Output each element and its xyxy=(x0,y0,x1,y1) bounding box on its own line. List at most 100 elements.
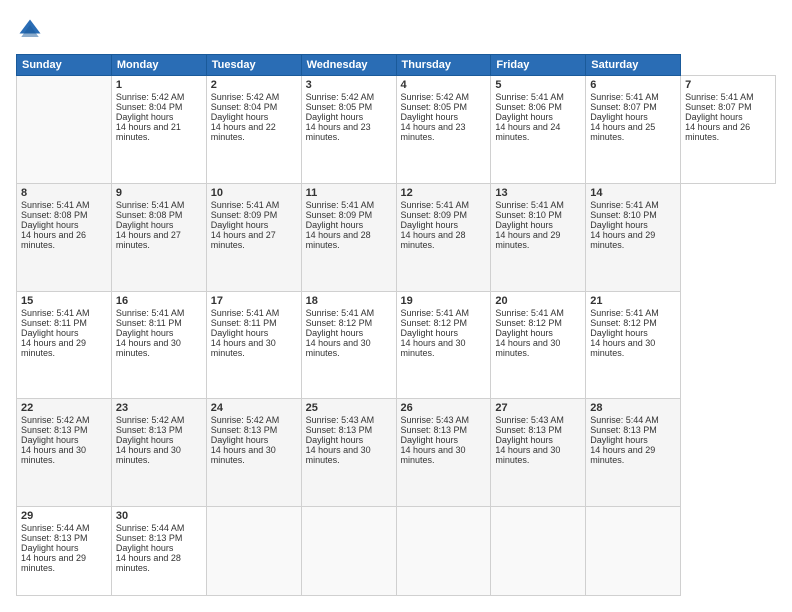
day-number: 23 xyxy=(116,402,202,414)
day-info: Sunrise: 5:41 AMSunset: 8:06 PMDaylight … xyxy=(495,92,564,142)
calendar-week-5: 29Sunrise: 5:44 AMSunset: 8:13 PMDayligh… xyxy=(17,507,776,596)
calendar-cell: 21Sunrise: 5:41 AMSunset: 8:12 PMDayligh… xyxy=(586,291,681,399)
day-number: 29 xyxy=(21,510,107,522)
day-info: Sunrise: 5:41 AMSunset: 8:12 PMDaylight … xyxy=(590,308,659,358)
day-header-saturday: Saturday xyxy=(586,55,681,76)
calendar-cell xyxy=(301,507,396,596)
day-info: Sunrise: 5:41 AMSunset: 8:09 PMDaylight … xyxy=(211,200,280,250)
day-number: 10 xyxy=(211,187,297,199)
calendar-cell: 7Sunrise: 5:41 AMSunset: 8:07 PMDaylight… xyxy=(681,76,776,184)
calendar-cell xyxy=(586,507,681,596)
calendar-cell: 17Sunrise: 5:41 AMSunset: 8:11 PMDayligh… xyxy=(206,291,301,399)
day-info: Sunrise: 5:41 AMSunset: 8:09 PMDaylight … xyxy=(401,200,470,250)
calendar-cell: 18Sunrise: 5:41 AMSunset: 8:12 PMDayligh… xyxy=(301,291,396,399)
day-info: Sunrise: 5:41 AMSunset: 8:12 PMDaylight … xyxy=(306,308,375,358)
day-info: Sunrise: 5:42 AMSunset: 8:05 PMDaylight … xyxy=(401,92,470,142)
day-number: 1 xyxy=(116,79,202,91)
page: SundayMondayTuesdayWednesdayThursdayFrid… xyxy=(0,0,792,612)
day-info: Sunrise: 5:44 AMSunset: 8:13 PMDaylight … xyxy=(116,523,185,573)
day-info: Sunrise: 5:41 AMSunset: 8:09 PMDaylight … xyxy=(306,200,375,250)
day-number: 8 xyxy=(21,187,107,199)
day-header-wednesday: Wednesday xyxy=(301,55,396,76)
day-number: 17 xyxy=(211,295,297,307)
calendar-cell: 1Sunrise: 5:42 AMSunset: 8:04 PMDaylight… xyxy=(111,76,206,184)
day-info: Sunrise: 5:43 AMSunset: 8:13 PMDaylight … xyxy=(306,415,375,465)
calendar-cell: 23Sunrise: 5:42 AMSunset: 8:13 PMDayligh… xyxy=(111,399,206,507)
calendar-cell: 22Sunrise: 5:42 AMSunset: 8:13 PMDayligh… xyxy=(17,399,112,507)
calendar-week-2: 8 Sunrise: 5:41 AMSunset: 8:08 PMDaylight… xyxy=(17,183,776,291)
calendar-cell xyxy=(206,507,301,596)
calendar-cell: 13Sunrise: 5:41 AMSunset: 8:10 PMDayligh… xyxy=(491,183,586,291)
calendar-cell: 3Sunrise: 5:42 AMSunset: 8:05 PMDaylight… xyxy=(301,76,396,184)
calendar-cell: 15Sunrise: 5:41 AMSunset: 8:11 PMDayligh… xyxy=(17,291,112,399)
header xyxy=(16,16,776,44)
day-number: 9 xyxy=(116,187,202,199)
day-info: Sunrise: 5:43 AMSunset: 8:13 PMDaylight … xyxy=(401,415,470,465)
day-info: Sunrise: 5:41 AMSunset: 8:07 PMDaylight … xyxy=(685,92,754,142)
day-number: 16 xyxy=(116,295,202,307)
calendar-cell: 14Sunrise: 5:41 AMSunset: 8:10 PMDayligh… xyxy=(586,183,681,291)
day-number: 22 xyxy=(21,402,107,414)
calendar-cell: 5Sunrise: 5:41 AMSunset: 8:06 PMDaylight… xyxy=(491,76,586,184)
calendar-cell: 2Sunrise: 5:42 AMSunset: 8:04 PMDaylight… xyxy=(206,76,301,184)
calendar-cell: 28Sunrise: 5:44 AMSunset: 8:13 PMDayligh… xyxy=(586,399,681,507)
calendar-week-3: 15Sunrise: 5:41 AMSunset: 8:11 PMDayligh… xyxy=(17,291,776,399)
calendar-cell xyxy=(396,507,491,596)
calendar-cell: 10Sunrise: 5:41 AMSunset: 8:09 PMDayligh… xyxy=(206,183,301,291)
day-info: Sunrise: 5:42 AMSunset: 8:04 PMDaylight … xyxy=(211,92,280,142)
calendar-week-4: 22Sunrise: 5:42 AMSunset: 8:13 PMDayligh… xyxy=(17,399,776,507)
day-info: Sunrise: 5:41 AMSunset: 8:10 PMDaylight … xyxy=(495,200,564,250)
calendar-cell: 6Sunrise: 5:41 AMSunset: 8:07 PMDaylight… xyxy=(586,76,681,184)
day-info: Sunrise: 5:43 AMSunset: 8:13 PMDaylight … xyxy=(495,415,564,465)
calendar-cell: 26Sunrise: 5:43 AMSunset: 8:13 PMDayligh… xyxy=(396,399,491,507)
calendar-cell xyxy=(491,507,586,596)
calendar-cell: 30Sunrise: 5:44 AMSunset: 8:13 PMDayligh… xyxy=(111,507,206,596)
calendar-week-1: 1Sunrise: 5:42 AMSunset: 8:04 PMDaylight… xyxy=(17,76,776,184)
day-header-sunday: Sunday xyxy=(17,55,112,76)
day-info: Sunrise: 5:41 AMSunset: 8:11 PMDaylight … xyxy=(211,308,280,358)
day-info: Sunrise: 5:44 AMSunset: 8:13 PMDaylight … xyxy=(21,523,90,573)
calendar-cell: 12Sunrise: 5:41 AMSunset: 8:09 PMDayligh… xyxy=(396,183,491,291)
day-number: 14 xyxy=(590,187,676,199)
day-number: 5 xyxy=(495,79,581,91)
calendar-cell: 25Sunrise: 5:43 AMSunset: 8:13 PMDayligh… xyxy=(301,399,396,507)
day-info: Sunrise: 5:41 AMSunset: 8:08 PMDaylight … xyxy=(116,200,185,250)
day-number: 12 xyxy=(401,187,487,199)
day-number: 26 xyxy=(401,402,487,414)
day-number: 21 xyxy=(590,295,676,307)
day-number: 30 xyxy=(116,510,202,522)
day-info: Sunrise: 5:41 AMSunset: 8:12 PMDaylight … xyxy=(401,308,470,358)
calendar-header-row: SundayMondayTuesdayWednesdayThursdayFrid… xyxy=(17,55,776,76)
calendar-cell: 27Sunrise: 5:43 AMSunset: 8:13 PMDayligh… xyxy=(491,399,586,507)
day-info: Sunrise: 5:41 AMSunset: 8:11 PMDaylight … xyxy=(21,308,90,358)
day-number: 11 xyxy=(306,187,392,199)
day-info: Sunrise: 5:42 AMSunset: 8:13 PMDaylight … xyxy=(21,415,90,465)
day-number: 24 xyxy=(211,402,297,414)
day-info: Sunrise: 5:42 AMSunset: 8:04 PMDaylight … xyxy=(116,92,185,142)
logo-icon xyxy=(16,16,44,44)
day-info: Sunrise: 5:41 AMSunset: 8:12 PMDaylight … xyxy=(495,308,564,358)
day-number: 13 xyxy=(495,187,581,199)
calendar-cell: 20Sunrise: 5:41 AMSunset: 8:12 PMDayligh… xyxy=(491,291,586,399)
day-header-thursday: Thursday xyxy=(396,55,491,76)
calendar-cell: 4Sunrise: 5:42 AMSunset: 8:05 PMDaylight… xyxy=(396,76,491,184)
calendar-cell: 11Sunrise: 5:41 AMSunset: 8:09 PMDayligh… xyxy=(301,183,396,291)
day-info: Sunrise: 5:42 AMSunset: 8:13 PMDaylight … xyxy=(116,415,185,465)
day-info: Sunrise: 5:42 AMSunset: 8:05 PMDaylight … xyxy=(306,92,375,142)
day-number: 15 xyxy=(21,295,107,307)
calendar-cell: 9Sunrise: 5:41 AMSunset: 8:08 PMDaylight… xyxy=(111,183,206,291)
day-number: 4 xyxy=(401,79,487,91)
day-number: 2 xyxy=(211,79,297,91)
day-header-friday: Friday xyxy=(491,55,586,76)
day-info: Sunrise: 5:44 AMSunset: 8:13 PMDaylight … xyxy=(590,415,659,465)
day-info: Sunrise: 5:41 AMSunset: 8:07 PMDaylight … xyxy=(590,92,659,142)
day-number: 3 xyxy=(306,79,392,91)
day-info: Sunrise: 5:41 AMSunset: 8:10 PMDaylight … xyxy=(590,200,659,250)
calendar-cell: 19Sunrise: 5:41 AMSunset: 8:12 PMDayligh… xyxy=(396,291,491,399)
calendar-cell: 24Sunrise: 5:42 AMSunset: 8:13 PMDayligh… xyxy=(206,399,301,507)
day-info: Sunrise: 5:42 AMSunset: 8:13 PMDaylight … xyxy=(211,415,280,465)
calendar-cell: 16Sunrise: 5:41 AMSunset: 8:11 PMDayligh… xyxy=(111,291,206,399)
day-number: 7 xyxy=(685,79,771,91)
day-header-tuesday: Tuesday xyxy=(206,55,301,76)
day-number: 20 xyxy=(495,295,581,307)
